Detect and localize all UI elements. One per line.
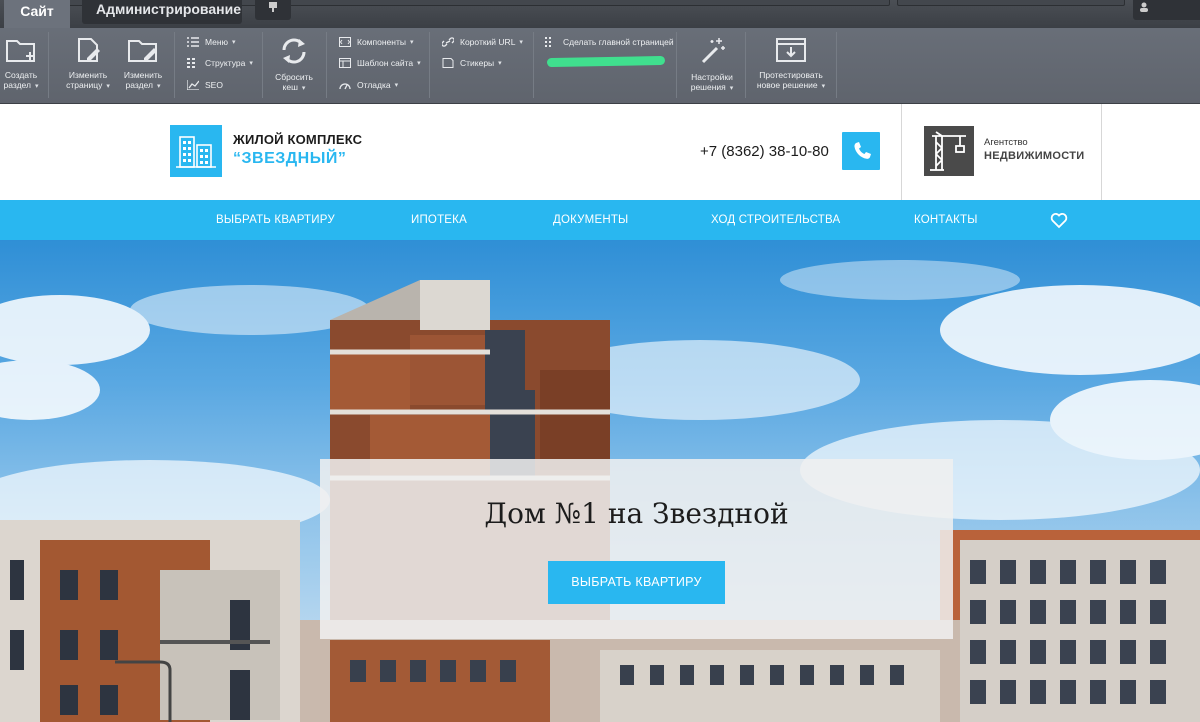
separator: [326, 32, 327, 98]
separator: [429, 32, 430, 98]
separator: [676, 32, 677, 98]
create-section-button[interactable]: Создать раздел ▾: [0, 36, 42, 92]
link-icon: [442, 36, 454, 47]
short-url-button[interactable]: Короткий URL ▾: [442, 36, 523, 47]
main-nav: ВЫБРАТЬ КВАРТИРУ ИПОТЕКА ДОКУМЕНТЫ ХОД С…: [0, 200, 1200, 240]
admin-user-chip[interactable]: [1133, 0, 1200, 20]
admin-column-home: Сделать главной страницей: [545, 36, 674, 58]
nav-item-documents[interactable]: ДОКУМЕНТЫ: [553, 200, 628, 240]
phone-icon: [854, 142, 871, 159]
pin-icon: [269, 2, 277, 12]
call-button[interactable]: [842, 132, 880, 170]
components-label: Компоненты: [357, 36, 406, 47]
admin-pin-button[interactable]: [255, 0, 291, 20]
grid-icon: [545, 36, 551, 47]
menu-button[interactable]: Меню ▾: [187, 36, 253, 47]
edit-section-button[interactable]: Изменить раздел ▾: [119, 36, 167, 92]
site-template-label: Шаблон сайта: [357, 58, 414, 68]
logo-title[interactable]: ЖИЛОЙ КОМПЛЕКС: [233, 132, 362, 147]
make-home-button[interactable]: Сделать главной страницей: [545, 36, 674, 47]
header-divider: [1101, 104, 1102, 200]
header-divider: [901, 104, 902, 200]
choose-apartment-button[interactable]: ВЫБРАТЬ КВАРТИРУ: [548, 561, 725, 604]
separator: [533, 32, 534, 98]
separator: [745, 32, 746, 98]
magic-wand-icon: [701, 38, 725, 64]
create-section-label-1: Создать: [4, 70, 38, 80]
hero-title: Дом №1 на Звездной: [484, 497, 789, 530]
create-section-label-2: раздел ▾: [3, 80, 39, 90]
nav-item-construction-progress[interactable]: ХОД СТРОИТЕЛЬСТВА: [711, 200, 840, 240]
heart-icon[interactable]: [1050, 211, 1068, 229]
redaction-scribble: [546, 55, 666, 68]
site-header: ЖИЛОЙ КОМПЛЕКС “ЗВЕЗДНЫЙ” +7 (8362) 38-1…: [0, 104, 1200, 200]
list-icon: [187, 36, 199, 47]
logo-name[interactable]: “ЗВЕЗДНЫЙ”: [233, 150, 346, 168]
crane-icon[interactable]: [924, 126, 974, 176]
edit-page-label-1: Изменить: [68, 70, 108, 80]
component-icon: [339, 36, 351, 47]
make-home-label: Сделать главной страницей: [563, 36, 674, 47]
short-url-label: Короткий URL: [460, 36, 516, 47]
admin-top-bar: Сайт Администрирование: [0, 0, 1200, 28]
test-solution-label-2: новое решение ▾: [756, 80, 826, 90]
test-solution-label-1: Протестировать: [759, 70, 823, 80]
admin-panel: Сайт Администрирование Создать раздел ▾ И…: [0, 0, 1200, 104]
nav-item-mortgage[interactable]: ИПОТЕКА: [411, 200, 467, 240]
separator: [262, 32, 263, 98]
admin-column-url: Короткий URL ▾ Стикеры ▾: [442, 36, 523, 79]
edit-section-label-1: Изменить: [123, 70, 163, 80]
hero-card: Дом №1 на Звездной ВЫБРАТЬ КВАРТИРУ: [320, 459, 953, 639]
sticker-icon: [442, 58, 454, 68]
edit-page-label-2: страницу ▾: [66, 80, 110, 90]
nav-item-contacts[interactable]: КОНТАКТЫ: [914, 200, 978, 240]
debug-label: Отладка: [357, 79, 391, 90]
separator: [174, 32, 175, 98]
admin-secondary-field[interactable]: [897, 0, 1125, 6]
menu-label: Меню: [205, 36, 228, 47]
download-window-icon: [776, 38, 806, 62]
reset-cache-label-1: Сбросить: [275, 72, 313, 82]
agency-label[interactable]: Агентство: [984, 137, 1028, 148]
solution-settings-label-1: Настройки: [691, 72, 733, 82]
page-edit-icon: [78, 38, 100, 62]
solution-settings-label-2: решения ▾: [690, 82, 734, 92]
debug-button[interactable]: Отладка ▾: [339, 79, 421, 90]
components-button[interactable]: Компоненты ▾: [339, 36, 421, 47]
seo-button[interactable]: SEO: [187, 79, 253, 90]
separator: [48, 32, 49, 98]
template-icon: [339, 58, 351, 68]
logo-building-icon[interactable]: [170, 125, 222, 177]
solution-settings-button[interactable]: Настройки решения ▾: [686, 36, 738, 94]
admin-column-components: Компоненты ▾ Шаблон сайта ▾ Отладка ▾: [339, 36, 421, 101]
chart-icon: [187, 79, 199, 90]
site-template-button[interactable]: Шаблон сайта ▾: [339, 58, 421, 69]
test-solution-button[interactable]: Протестировать новое решение ▾: [755, 36, 827, 92]
grid-icon: [187, 58, 195, 68]
admin-column-menu: Меню ▾ Структура ▾ SEO: [187, 36, 253, 101]
separator: [836, 32, 837, 98]
edit-page-button[interactable]: Изменить страницу ▾: [62, 36, 114, 92]
reset-cache-label-2: кеш ▾: [282, 82, 306, 92]
tab-administration[interactable]: Администрирование: [82, 0, 242, 24]
refresh-icon: [282, 38, 306, 64]
hero-banner: Дом №1 на Звездной ВЫБРАТЬ КВАРТИРУ: [0, 240, 1200, 722]
structure-button[interactable]: Структура ▾: [187, 58, 253, 69]
folder-edit-icon: [128, 40, 157, 62]
structure-label: Структура: [205, 58, 246, 68]
gauge-icon: [339, 82, 351, 89]
folder-add-icon: [6, 40, 35, 62]
edit-section-label-2: раздел ▾: [125, 80, 161, 90]
tab-site[interactable]: Сайт: [4, 0, 70, 28]
stickers-button[interactable]: Стикеры ▾: [442, 58, 523, 69]
phone-number[interactable]: +7 (8362) 38-10-80: [700, 143, 829, 160]
agency-name[interactable]: НЕДВИЖИМОСТИ: [984, 150, 1084, 162]
user-icon: [1140, 2, 1148, 12]
stickers-label: Стикеры: [460, 58, 495, 68]
reset-cache-button[interactable]: Сбросить кеш ▾: [270, 36, 318, 94]
nav-item-choose-apartment[interactable]: ВЫБРАТЬ КВАРТИРУ: [216, 200, 335, 240]
seo-label: SEO: [205, 79, 223, 90]
